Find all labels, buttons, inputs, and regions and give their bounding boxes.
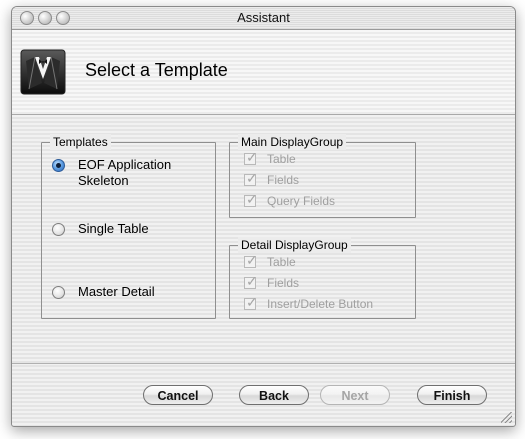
checkmark-icon: ✓ bbox=[246, 191, 258, 207]
main-displaygroup-title: Main DisplayGroup bbox=[238, 134, 347, 150]
checkbox[interactable]: ✓ bbox=[244, 170, 258, 186]
checkbox[interactable]: ✓ bbox=[244, 191, 258, 207]
tuxedo-icon bbox=[20, 49, 66, 95]
footer-separator bbox=[12, 363, 515, 364]
checkmark-icon: ✓ bbox=[246, 149, 258, 165]
next-button[interactable]: Next bbox=[320, 385, 390, 405]
detail-displaygroup-title: Detail DisplayGroup bbox=[238, 237, 351, 253]
checkmark-icon: ✓ bbox=[246, 170, 258, 186]
templates-group: Templates EOF Application Skeleton Singl… bbox=[41, 134, 216, 319]
checkbox[interactable]: ✓ bbox=[244, 273, 258, 289]
checkbox-label: Table bbox=[267, 152, 296, 166]
resize-grip-icon[interactable] bbox=[501, 412, 512, 423]
template-option-label: Master Detail bbox=[78, 284, 155, 299]
detail-displaygroup-box: Detail DisplayGroup ✓ Table ✓ Fields ✓ I… bbox=[229, 237, 416, 319]
window-title: Assistant bbox=[237, 10, 290, 25]
checkmark-icon: ✓ bbox=[246, 252, 258, 268]
assistant-header: Select a Template bbox=[12, 30, 515, 115]
radio-button[interactable] bbox=[52, 223, 65, 236]
checkmark-icon: ✓ bbox=[246, 273, 258, 289]
page-title: Select a Template bbox=[85, 60, 228, 80]
main-displaygroup-box: Main DisplayGroup ✓ Table ✓ Fields ✓ Que… bbox=[229, 134, 416, 218]
cancel-button[interactable]: Cancel bbox=[143, 385, 213, 405]
checkbox-label: Fields bbox=[267, 173, 300, 187]
finish-button[interactable]: Finish bbox=[417, 385, 487, 405]
templates-group-title: Templates bbox=[50, 134, 111, 150]
radio-button-selected[interactable] bbox=[52, 159, 65, 172]
checkbox-label: Insert/Delete Button bbox=[267, 297, 374, 311]
radio-button[interactable] bbox=[52, 286, 65, 299]
checkbox[interactable]: ✓ bbox=[244, 149, 258, 165]
checkmark-icon: ✓ bbox=[246, 294, 258, 310]
checkbox[interactable]: ✓ bbox=[244, 252, 258, 268]
assistant-window: Assistant Select a Template Templates EO… bbox=[11, 6, 516, 427]
checkbox-label: Fields bbox=[267, 276, 300, 290]
checkbox-label: Query Fields bbox=[267, 194, 336, 208]
back-button[interactable]: Back bbox=[239, 385, 309, 405]
template-option-label: Single Table bbox=[78, 221, 149, 236]
checkbox-label: Table bbox=[267, 255, 296, 269]
checkbox[interactable]: ✓ bbox=[244, 294, 258, 310]
title-bar[interactable]: Assistant bbox=[12, 7, 515, 30]
template-option-label: EOF Application Skeleton bbox=[78, 157, 172, 188]
